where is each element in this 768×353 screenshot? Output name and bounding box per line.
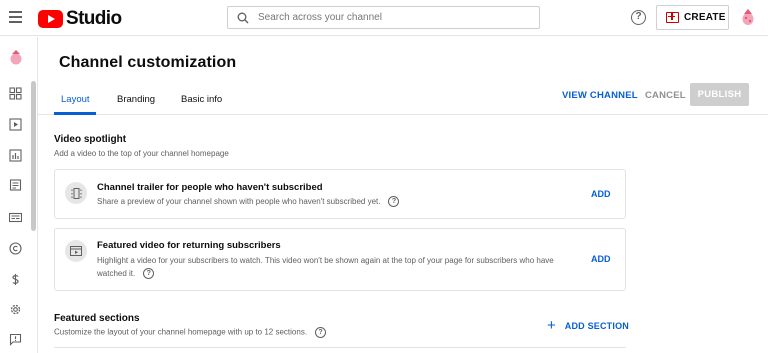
featured-video-title: Featured video for returning subscribers	[97, 240, 281, 251]
channel-trailer-card: Channel trailer for people who haven't s…	[54, 169, 626, 219]
comments-icon[interactable]	[9, 179, 22, 192]
help-icon[interactable]: ?	[631, 10, 646, 25]
help-icon[interactable]: ?	[315, 327, 327, 338]
youtube-logo-icon	[38, 10, 63, 28]
help-icon[interactable]: ?	[388, 196, 400, 208]
featured-section-card-edge	[54, 347, 626, 353]
video-spotlight-description: Add a video to the top of your channel h…	[54, 149, 229, 158]
publish-button[interactable]: PUBLISH	[690, 83, 749, 106]
featured-video-description-line1: Highlight a video for your subscribers t…	[97, 256, 554, 265]
settings-icon[interactable]	[9, 303, 22, 316]
left-nav	[0, 37, 38, 353]
featured-video-icon	[65, 240, 87, 262]
active-tab-indicator	[54, 112, 96, 115]
content-icon[interactable]	[9, 118, 22, 131]
search-icon	[237, 12, 249, 23]
video-spotlight-title: Video spotlight	[54, 134, 127, 145]
channel-avatar-icon[interactable]	[9, 49, 23, 65]
page-title: Channel customization	[59, 54, 237, 71]
search-input[interactable]	[258, 12, 518, 23]
add-section-label: ADD SECTION	[564, 321, 629, 331]
featured-video-description-text: watched it.	[97, 269, 136, 278]
copyright-icon[interactable]	[9, 242, 22, 255]
add-channel-trailer-button[interactable]: ADD	[591, 189, 611, 199]
nav-scrollbar[interactable]	[31, 81, 36, 231]
tab-basic-info[interactable]: Basic info	[181, 94, 222, 105]
feedback-icon[interactable]	[9, 333, 22, 346]
create-button[interactable]: CREATE	[656, 5, 729, 30]
studio-logo[interactable]: Studio	[38, 8, 122, 30]
help-icon[interactable]: ?	[143, 268, 155, 280]
avatar-icon[interactable]	[741, 8, 755, 26]
featured-sections-title: Featured sections	[54, 313, 140, 324]
view-channel-button[interactable]: VIEW CHANNEL	[562, 90, 638, 101]
channel-trailer-title: Channel trailer for people who haven't s…	[97, 182, 323, 193]
add-section-button[interactable]: + ADD SECTION	[547, 317, 629, 334]
film-strip-icon	[65, 182, 87, 204]
featured-video-description-line2: watched it.?	[97, 267, 155, 280]
subtitles-icon[interactable]	[9, 211, 22, 224]
monetization-icon[interactable]	[9, 273, 22, 286]
channel-trailer-description-text: Share a preview of your channel shown wi…	[97, 197, 381, 206]
featured-video-card: Featured video for returning subscribers…	[54, 228, 626, 291]
channel-trailer-description: Share a preview of your channel shown wi…	[97, 195, 400, 208]
featured-sections-description: Customize the layout of your channel hom…	[54, 327, 327, 338]
logo-text: Studio	[66, 8, 122, 29]
dashboard-icon[interactable]	[9, 87, 22, 100]
plus-icon: +	[547, 317, 556, 334]
hamburger-menu-icon[interactable]	[9, 11, 22, 23]
create-label: CREATE	[684, 12, 726, 23]
tab-layout[interactable]: Layout	[61, 94, 90, 105]
tab-branding[interactable]: Branding	[117, 94, 155, 105]
search-box[interactable]	[227, 6, 540, 29]
featured-sections-description-text: Customize the layout of your channel hom…	[54, 327, 308, 337]
top-bar: Studio ? CREATE	[0, 0, 768, 36]
analytics-icon[interactable]	[9, 149, 22, 162]
video-camera-plus-icon	[666, 12, 679, 23]
cancel-button[interactable]: CANCEL	[645, 90, 686, 101]
add-featured-video-button[interactable]: ADD	[591, 254, 611, 264]
